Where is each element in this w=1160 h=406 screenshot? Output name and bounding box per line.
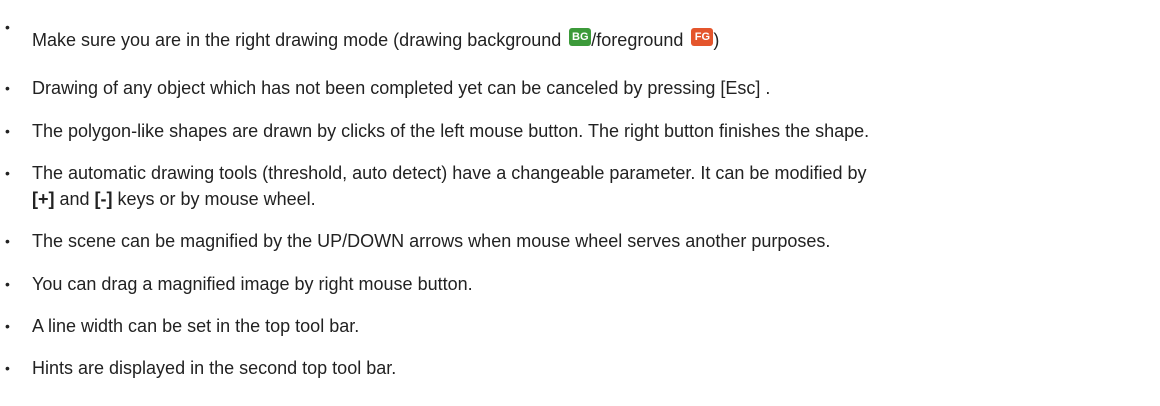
bullet: •	[5, 360, 10, 376]
bullet: •	[5, 233, 10, 249]
bullet: •	[5, 123, 10, 139]
foreground-mode-icon: FG	[691, 28, 714, 46]
bullet: •	[5, 165, 10, 181]
item-text: [+] and [-] keys or by mouse wheel.	[32, 188, 316, 210]
bullet: •	[5, 19, 10, 35]
drawing-mode-text: Make sure you are in the right drawing m…	[32, 30, 567, 50]
closing-paren: )	[713, 30, 720, 50]
foreground-text: /foreground	[591, 30, 689, 50]
item-text: Hints are displayed in the second top to…	[32, 358, 397, 378]
minus-key: [-]	[94, 189, 113, 209]
bullet: •	[5, 318, 10, 334]
hints-list: • Make sure you are in the right drawing…	[0, 0, 1160, 406]
item-text: The automatic drawing tools (threshold, …	[32, 163, 867, 183]
item-text: The scene can be magnified by the UP/DOW…	[32, 231, 831, 251]
item-text: A line width can be set in the top tool …	[32, 316, 360, 336]
and-text: and	[54, 189, 95, 209]
plus-key: [+]	[32, 189, 55, 209]
bullet: •	[5, 80, 10, 96]
item-text: The polygon-like shapes are drawn by cli…	[32, 121, 870, 141]
item-text: You can drag a magnified image by right …	[32, 274, 473, 294]
background-mode-icon: BG	[569, 28, 592, 46]
bullet: •	[5, 276, 10, 292]
tail-text: keys or by mouse wheel.	[112, 189, 316, 209]
item-text: Make sure you are in the right drawing m…	[32, 28, 719, 51]
item-text: Drawing of any object which has not been…	[32, 78, 771, 98]
